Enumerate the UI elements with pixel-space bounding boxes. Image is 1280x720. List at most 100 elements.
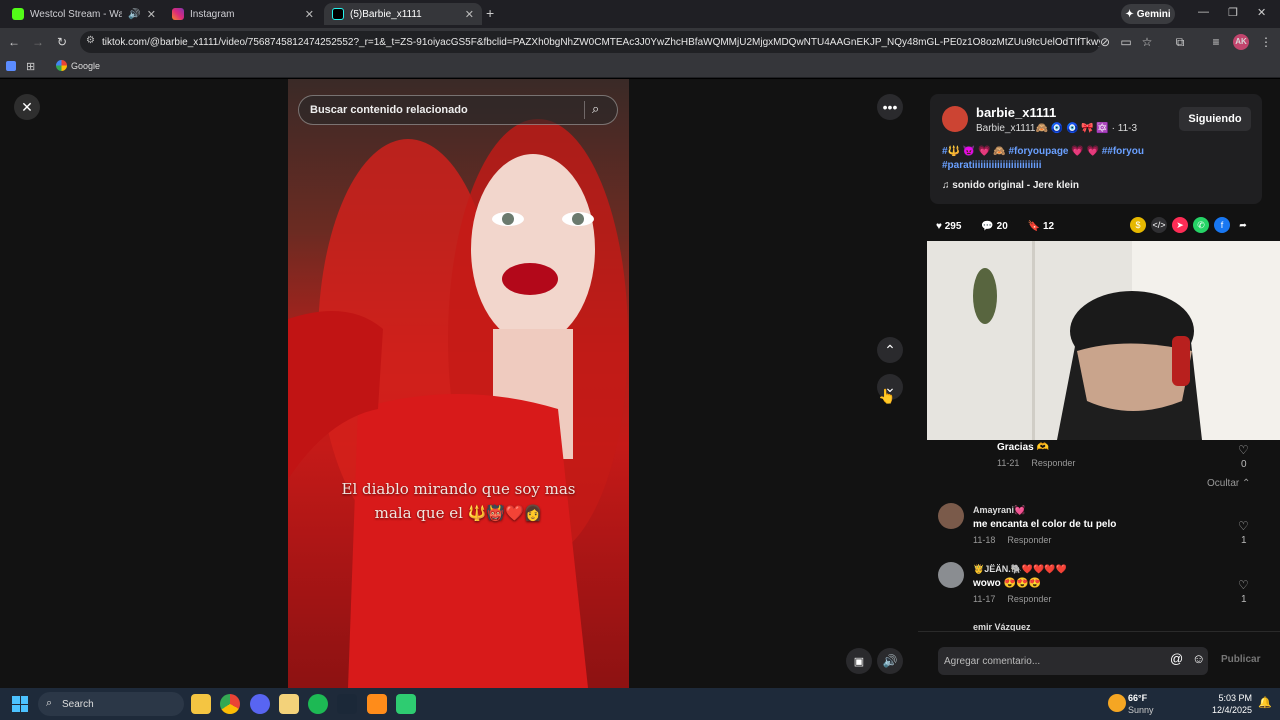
caption-line: mala que el 🔱👹❤️👩 [374,504,543,522]
file-explorer-icon[interactable] [191,694,211,714]
star-icon[interactable]: ☆ [1139,34,1155,50]
weather-temp: 66°F [1128,693,1148,703]
browser-toolbar: ← → ↻ ⚙ tiktok.com/@barbie_x1111/video/7… [0,28,1280,56]
commenter-name[interactable]: 🤴JËÄN.🐘❤️❤️❤️❤️ [973,564,1067,575]
windows-start-icon[interactable] [12,696,28,712]
comment-like-icon[interactable]: ♡ [1238,519,1249,533]
back-arrow-icon[interactable]: ← [6,34,22,50]
more-options-button[interactable]: ••• [877,94,903,120]
menu-kebab-icon[interactable]: ⋮ [1258,34,1274,50]
author-subname: Barbie_x1111🙈 🧿 🧿 🎀 🔯 · 11-3 [976,123,1138,134]
taskbar-search[interactable]: ⌕ Search [38,692,184,716]
tab-westcol[interactable]: Westcol Stream - Watch Liv 🔊 ✕ [4,3,164,25]
coin-icon[interactable]: $ [1130,217,1146,233]
send-icon[interactable]: ➤ [1172,217,1188,233]
site-info-icon[interactable]: ⚙ [86,35,95,46]
steam-icon[interactable] [337,694,357,714]
commenter-avatar[interactable] [938,562,964,588]
clock-date[interactable]: 12/4/2025 [1206,705,1252,715]
caption-line: El diablo mirando que soy mas [341,480,576,498]
restore-button[interactable]: ❐ [1228,6,1238,19]
profile-avatar[interactable]: AK [1233,34,1249,50]
hide-replies-button[interactable]: Ocultar ⌃ [1207,478,1250,489]
description-hashtags[interactable]: #🔱 👿 💗 🙈 #foryoupage 💗 💗 ##foryou [942,145,1182,159]
video-player[interactable]: El diablo mirando que soy mas mala que e… [288,79,629,688]
weather-icon[interactable] [1108,694,1126,712]
weather-desc: Sunny [1128,705,1154,715]
app-icon[interactable] [396,694,416,714]
publish-button[interactable]: Publicar [1221,654,1260,665]
close-icon[interactable]: ✕ [465,8,474,21]
like-button[interactable]: ♥ 295 [936,221,961,232]
mention-icon[interactable]: @ [1170,651,1183,666]
reply-button[interactable]: Responder [1031,458,1075,468]
extensions-icon[interactable]: ⧉ [1172,34,1188,50]
reply-button[interactable]: Responder [1007,594,1051,604]
miniplayer-button[interactable]: ▣ [846,648,872,674]
reply-button[interactable]: Responder [1007,535,1051,545]
music-link[interactable]: ♫ sonido original - Jere klein [942,180,1079,191]
search-icon[interactable]: ⌕ [592,101,599,117]
author-username[interactable]: barbie_x1111 [976,105,1056,120]
new-tab-button[interactable]: + [486,5,494,21]
search-divider [584,101,585,119]
commenter-avatar[interactable] [938,503,964,529]
sparkle-icon: ✦ [1125,8,1134,20]
comment-text: Gracias 🫶 [997,442,1049,453]
comment-like-icon[interactable]: ♡ [1238,443,1249,457]
description-hashtags[interactable]: #paratiiiiiiiiiiiiiiiiiiiiiiiii [942,159,1182,173]
comment-like-icon[interactable]: ♡ [1238,578,1249,592]
comment-date: 11-21 [997,458,1020,468]
comment-button[interactable]: 💬 20 [981,221,1007,232]
previous-video-button[interactable]: ⌃ [877,337,903,363]
close-icon[interactable]: ✕ [147,8,156,21]
apps-grid-icon[interactable]: ⊞ [26,60,35,73]
gemini-label: Gemini [1136,8,1171,20]
author-avatar[interactable] [942,106,968,132]
reading-list-icon[interactable]: ≡ [1208,34,1224,50]
notes-icon[interactable] [279,694,299,714]
app-icon[interactable] [367,694,387,714]
minimize-button[interactable]: — [1198,6,1209,18]
commenter-name[interactable]: Amayrani💓 [973,505,1116,516]
share-arrow-icon[interactable]: ➦ [1235,217,1251,233]
tab-title: Instagram [190,8,235,20]
like-count: 295 [944,220,962,232]
comment-reply: Gracias 🫶 11-21 Responder [997,442,1075,468]
discord-icon[interactable] [250,694,270,714]
bookmark-label: Google [71,60,101,71]
comment-text: me encanta el color de tu pelo [973,519,1117,530]
search-placeholder: Buscar contenido relacionado [310,104,468,116]
spotify-icon[interactable] [308,694,328,714]
tracking-off-icon[interactable]: ⊘ [1097,34,1113,50]
comment-meta: 11-18 Responder [973,535,1116,545]
bookmark-folder-icon[interactable] [6,61,16,71]
volume-button[interactable]: 🔊 [877,648,903,674]
bookmark-google[interactable]: Google [56,60,100,71]
facebook-icon[interactable]: f [1214,217,1230,233]
comment-item: Amayrani💓 me encanta el color de tu pelo… [973,505,1116,545]
window-close-button[interactable]: ✕ [1257,6,1266,19]
clock-time[interactable]: 5:03 PM [1206,693,1252,703]
emoji-icon[interactable]: ☺ [1192,651,1205,666]
whatsapp-icon[interactable]: ✆ [1193,217,1209,233]
embed-icon[interactable]: </> [1151,217,1167,233]
reload-icon[interactable]: ↻ [54,34,70,50]
address-bar[interactable]: ⚙ tiktok.com/@barbie_x1111/video/7568745… [80,31,1100,53]
comment-input[interactable]: Agregar comentario... [938,647,1208,675]
notification-icon[interactable]: 🔔 [1258,696,1272,709]
related-search-input[interactable]: Buscar contenido relacionado [298,95,618,125]
speaker-icon[interactable]: 🔊 [128,9,140,20]
windows-taskbar: ⌕ Search 66°F Sunny 5:03 PM 12/4/2025 🔔 [0,688,1280,720]
gemini-button[interactable]: ✦ Gemini [1121,4,1175,24]
forward-arrow-icon[interactable]: → [30,34,46,50]
tab-instagram[interactable]: Instagram ✕ [164,3,322,25]
close-icon[interactable]: ✕ [305,8,314,21]
profile-initials: AK [1235,37,1247,46]
cast-icon[interactable]: ▭ [1118,34,1134,50]
close-video-button[interactable]: ✕ [14,94,40,120]
tab-tiktok[interactable]: (5)Barbie_x1111 ✕ [324,3,482,25]
following-button[interactable]: Siguiendo [1179,107,1251,131]
chrome-icon[interactable] [220,694,240,714]
save-button[interactable]: 🔖 12 [1028,221,1054,232]
